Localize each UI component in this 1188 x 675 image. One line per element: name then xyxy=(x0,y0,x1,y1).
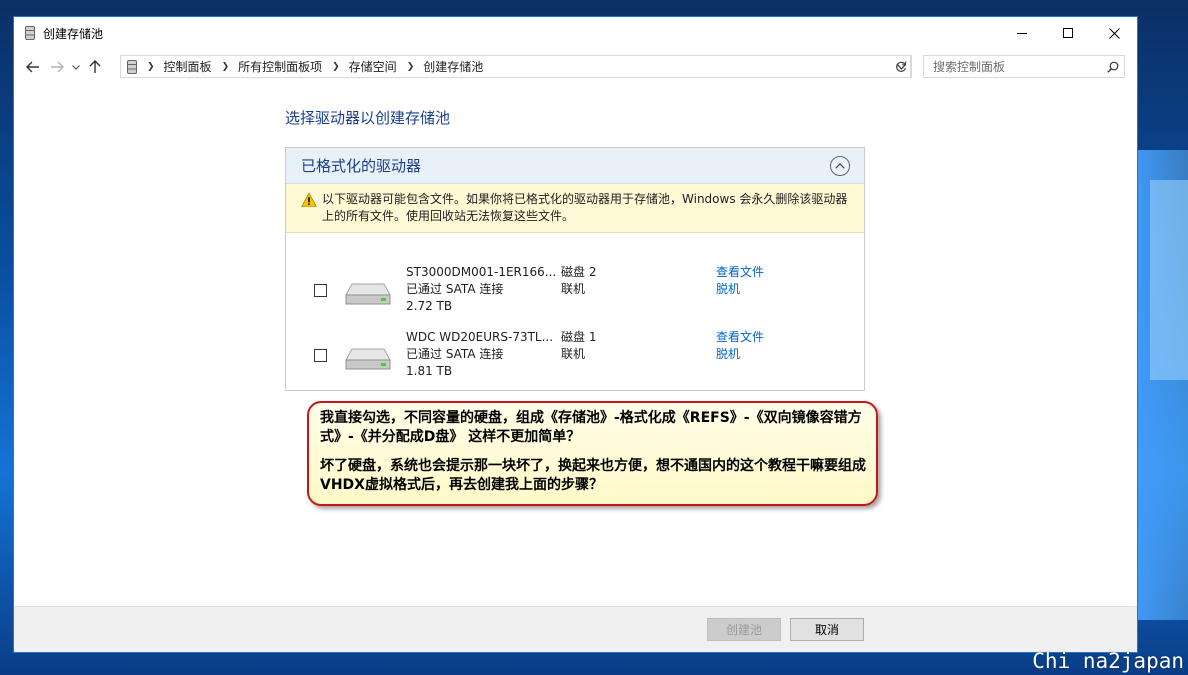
arrow-right-icon xyxy=(51,61,64,73)
offline-link[interactable]: 脱机 xyxy=(716,281,740,298)
callout-paragraph: 我直接勾选，不同容量的硬盘，组成《存储池》-格式化成《REFS》-《双向镜像容错… xyxy=(320,410,862,445)
forward-button[interactable] xyxy=(45,55,69,79)
storage-spaces-icon xyxy=(25,26,35,40)
hard-drive-icon xyxy=(345,348,391,370)
view-files-link[interactable]: 查看文件 xyxy=(716,264,764,281)
chevron-right-icon[interactable]: ❯ xyxy=(222,62,230,72)
callout-paragraph: 坏了硬盘，系统也会提示那一块坏了，换起来也方便，想不通国内的这个教程干嘛要组成V… xyxy=(320,458,866,493)
drive-row: WDC WD20EURS-73TL... 已通过 SATA 连接 1.81 TB… xyxy=(286,329,864,385)
breadcrumb-all-items[interactable]: 所有控制面板项 xyxy=(238,58,322,75)
create-storage-pool-window: 创建存储池 ❯ 控制面板 ❯ 所有控制面板项 ❯ 存储空间 ❯ 创建存储池 搜索… xyxy=(13,16,1138,653)
chevron-down-icon xyxy=(72,64,80,70)
formatted-drives-panel: 已格式化的驱动器 以下驱动器可能包含文件。如果你将已格式化的驱动器用于存储池，W… xyxy=(285,147,865,391)
breadcrumb-create-pool[interactable]: 创建存储池 xyxy=(423,58,483,75)
drive-checkbox[interactable] xyxy=(314,284,327,297)
disk-number: 磁盘 2 xyxy=(561,265,597,279)
view-files-link[interactable]: 查看文件 xyxy=(716,329,764,346)
breadcrumb-control-panel[interactable]: 控制面板 xyxy=(164,58,212,75)
arrow-left-icon xyxy=(26,61,39,73)
arrow-up-icon xyxy=(89,60,101,73)
offline-link[interactable]: 脱机 xyxy=(716,346,740,363)
search-box[interactable] xyxy=(923,55,1125,78)
breadcrumb-storage-spaces[interactable]: 存储空间 xyxy=(349,58,397,75)
drive-checkbox[interactable] xyxy=(314,349,327,362)
drive-connection: 已通过 SATA 连接 xyxy=(406,347,504,361)
warning-text: 以下驱动器可能包含文件。如果你将已格式化的驱动器用于存储池，Windows 会永… xyxy=(322,192,848,223)
window-controls xyxy=(999,17,1137,49)
refresh-button[interactable] xyxy=(890,55,912,78)
chevron-right-icon[interactable]: ❯ xyxy=(407,62,415,72)
drive-name: WDC WD20EURS-73TL... xyxy=(406,330,554,344)
cancel-button[interactable]: 取消 xyxy=(790,618,864,641)
annotation-callout: 我直接勾选，不同容量的硬盘，组成《存储池》-格式化成《REFS》-《双向镜像容错… xyxy=(307,401,878,506)
disk-number: 磁盘 1 xyxy=(561,330,597,344)
drive-name: ST3000DM001-1ER166... xyxy=(406,265,557,279)
minimize-button[interactable] xyxy=(999,17,1045,49)
search-input[interactable] xyxy=(924,56,1102,77)
hard-drive-icon xyxy=(345,283,391,305)
page-heading: 选择驱动器以创建存储池 xyxy=(285,109,451,127)
chevron-right-icon: ❯ xyxy=(147,61,155,72)
drive-size: 1.81 TB xyxy=(406,364,453,378)
up-button[interactable] xyxy=(83,55,107,79)
drive-connection: 已通过 SATA 连接 xyxy=(406,282,504,296)
section-title: 已格式化的驱动器 xyxy=(301,157,422,175)
drive-row: ST3000DM001-1ER166... 已通过 SATA 连接 2.72 T… xyxy=(286,264,864,320)
footer-bar: 创建池 取消 xyxy=(14,606,1137,652)
recent-locations-button[interactable] xyxy=(69,55,83,79)
chevron-right-icon[interactable]: ❯ xyxy=(332,62,340,72)
chevron-up-icon xyxy=(835,163,845,169)
collapse-button[interactable] xyxy=(830,156,850,176)
refresh-icon xyxy=(895,61,906,72)
search-icon[interactable] xyxy=(1102,61,1124,73)
desktop-light-beam xyxy=(1150,180,1188,380)
maximize-icon xyxy=(1063,28,1073,38)
close-button[interactable] xyxy=(1091,17,1137,49)
back-button[interactable] xyxy=(21,55,45,79)
address-bar[interactable]: ❯ 控制面板 ❯ 所有控制面板项 ❯ 存储空间 ❯ 创建存储池 xyxy=(120,55,911,78)
create-pool-button[interactable]: 创建池 xyxy=(707,618,781,641)
minimize-icon xyxy=(1017,32,1027,34)
drive-status: 联机 xyxy=(561,282,586,296)
watermark-text: Chi na2japan xyxy=(1032,649,1184,673)
title-bar[interactable]: 创建存储池 xyxy=(14,17,1137,49)
navigation-bar: ❯ 控制面板 ❯ 所有控制面板项 ❯ 存储空间 ❯ 创建存储池 xyxy=(14,49,1137,85)
main-content: 选择驱动器以创建存储池 已格式化的驱动器 以下驱动器可能包含文件。如果你将已格式… xyxy=(14,85,1137,608)
warning-icon xyxy=(301,192,317,207)
drive-size: 2.72 TB xyxy=(406,299,453,313)
storage-spaces-icon xyxy=(127,59,137,74)
maximize-button[interactable] xyxy=(1045,17,1091,49)
warning-banner: 以下驱动器可能包含文件。如果你将已格式化的驱动器用于存储池，Windows 会永… xyxy=(286,184,864,233)
section-header[interactable]: 已格式化的驱动器 xyxy=(286,148,864,184)
window-title: 创建存储池 xyxy=(43,26,104,41)
close-icon xyxy=(1108,27,1120,39)
drive-status: 联机 xyxy=(561,347,586,361)
